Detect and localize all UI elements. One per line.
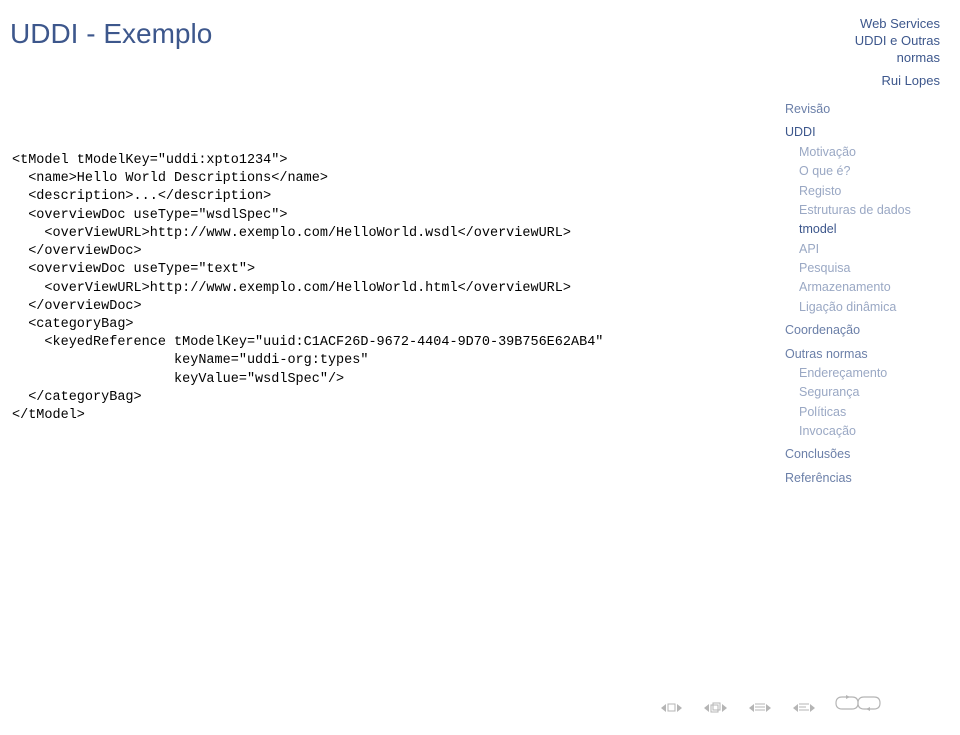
- nav-armazenamento[interactable]: Armazenamento: [785, 278, 940, 297]
- code-line: <overviewDoc useType="text">: [12, 261, 732, 279]
- triangle-right-icon: [766, 704, 771, 712]
- nav-revisao[interactable]: Revisão: [785, 100, 940, 119]
- nav-politicas[interactable]: Políticas: [785, 403, 940, 422]
- code-example: <tModel tModelKey="uddi:xpto1234"> <name…: [12, 152, 732, 425]
- triangle-right-icon: [722, 704, 727, 712]
- nav-coordenacao[interactable]: Coordenação: [785, 321, 940, 340]
- nav-referencias[interactable]: Referências: [785, 469, 940, 488]
- code-line: <overviewDoc useType="wsdlSpec">: [12, 207, 732, 225]
- nav-ligacao[interactable]: Ligação dinâmica: [785, 298, 940, 317]
- nav-loop-button[interactable]: [834, 694, 882, 717]
- nav-oquee[interactable]: O que é?: [785, 162, 940, 181]
- code-line: <categoryBag>: [12, 316, 732, 334]
- square-icon: [667, 703, 676, 712]
- nav-conclusoes[interactable]: Conclusões: [785, 445, 940, 464]
- nav-first-button[interactable]: [661, 703, 682, 712]
- header-line3: normas: [855, 50, 940, 67]
- code-line: keyValue="wsdlSpec"/>: [12, 371, 732, 389]
- code-line: </categoryBag>: [12, 389, 732, 407]
- nav-tmodel[interactable]: tmodel: [785, 220, 940, 239]
- slide-nav-controls: [661, 702, 815, 713]
- code-line: </tModel>: [12, 407, 732, 425]
- triangle-left-icon: [793, 704, 798, 712]
- code-line: keyName="uddi-org:types": [12, 352, 732, 370]
- code-line: </overviewDoc>: [12, 243, 732, 261]
- code-line: <description>...</description>: [12, 188, 732, 206]
- bars-short-icon: [799, 703, 809, 712]
- triangle-left-icon: [749, 704, 754, 712]
- triangle-right-icon: [677, 704, 682, 712]
- nav-estruturas[interactable]: Estruturas de dados: [785, 201, 940, 220]
- nav-registo[interactable]: Registo: [785, 182, 940, 201]
- code-line: <tModel tModelKey="uddi:xpto1234">: [12, 152, 732, 170]
- header-line1: Web Services: [855, 16, 940, 33]
- nav-api[interactable]: API: [785, 240, 940, 259]
- slide-title: UDDI - Exemplo: [10, 18, 212, 50]
- nav-prev-section-button[interactable]: [704, 702, 727, 713]
- nav-invocacao[interactable]: Invocação: [785, 422, 940, 441]
- triangle-left-icon: [661, 704, 666, 712]
- author-name: Rui Lopes: [855, 73, 940, 90]
- code-line: <overViewURL>http://www.exemplo.com/Hell…: [12, 280, 732, 298]
- code-line: <overViewURL>http://www.exemplo.com/Hell…: [12, 225, 732, 243]
- nav-seguranca[interactable]: Segurança: [785, 383, 940, 402]
- header-line2: UDDI e Outras: [855, 33, 940, 50]
- nav-pesquisa[interactable]: Pesquisa: [785, 259, 940, 278]
- nav-prev-slide-button[interactable]: [749, 703, 771, 712]
- nav-uddi[interactable]: UDDI: [785, 123, 940, 142]
- header-info: Web Services UDDI e Outras normas Rui Lo…: [855, 16, 940, 90]
- code-line: </overviewDoc>: [12, 298, 732, 316]
- nav-enderecamento[interactable]: Endereçamento: [785, 364, 940, 383]
- code-line: <keyedReference tModelKey="uuid:C1ACF26D…: [12, 334, 732, 352]
- nav-outras[interactable]: Outras normas: [785, 345, 940, 364]
- loop-icon: [834, 694, 882, 712]
- nav-motivacao[interactable]: Motivação: [785, 143, 940, 162]
- triangle-right-icon: [810, 704, 815, 712]
- layers-icon: [710, 702, 721, 713]
- outline-sidebar: Revisão UDDI Motivação O que é? Registo …: [785, 100, 940, 488]
- triangle-left-icon: [704, 704, 709, 712]
- bars-icon: [755, 703, 765, 712]
- nav-next-slide-button[interactable]: [793, 703, 815, 712]
- code-line: <name>Hello World Descriptions</name>: [12, 170, 732, 188]
